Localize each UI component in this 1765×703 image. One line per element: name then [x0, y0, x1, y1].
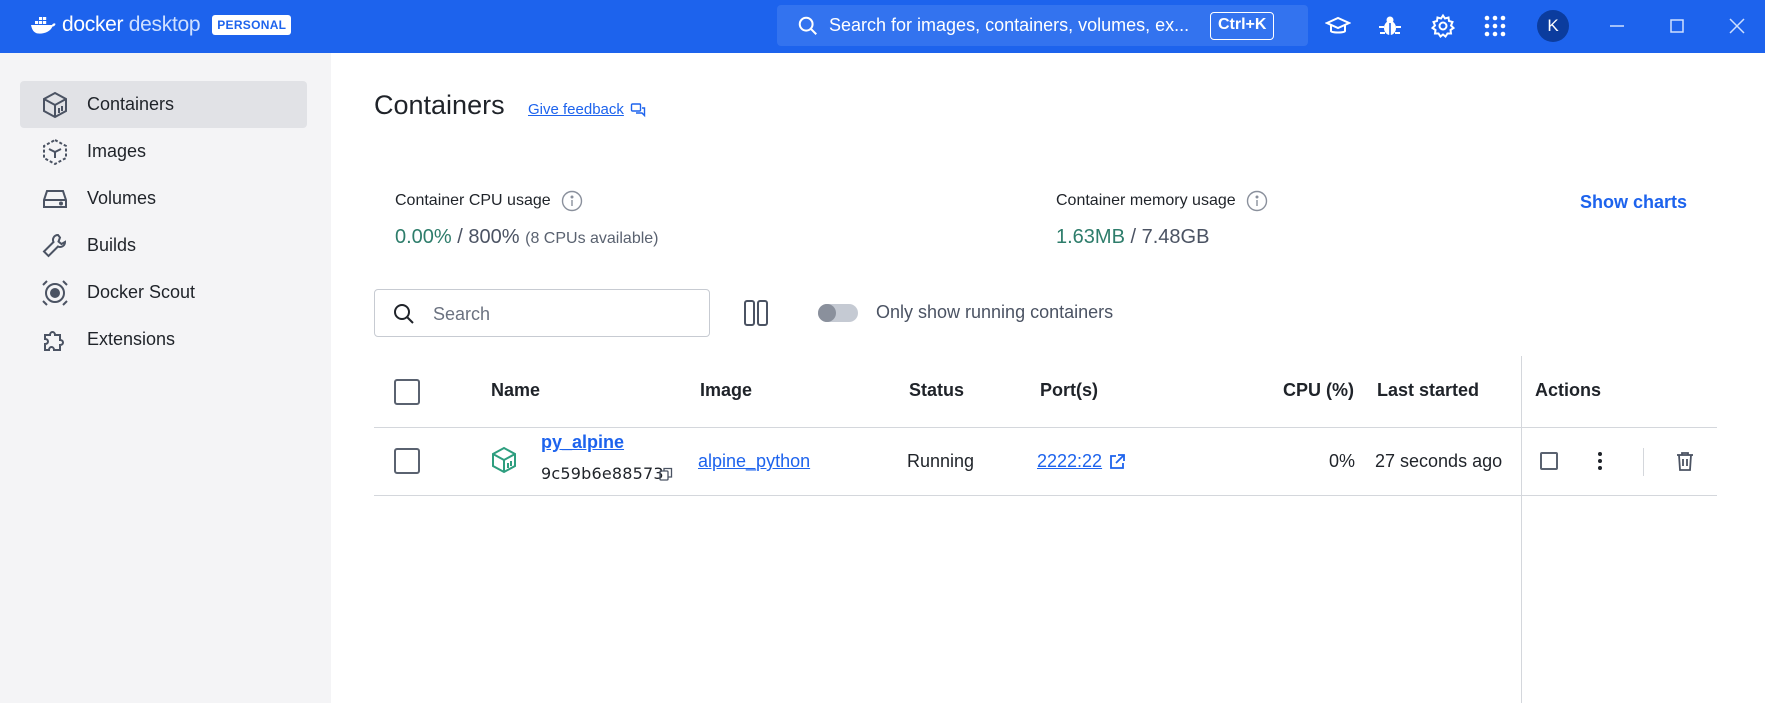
port-link[interactable]: 2222:22: [1037, 451, 1126, 472]
memory-usage-label: Container memory usage: [1056, 190, 1268, 212]
column-header-status[interactable]: Status: [909, 380, 964, 401]
container-search-box[interactable]: [374, 289, 710, 337]
memory-total: 7.48GB: [1141, 226, 1210, 248]
port-link-label: 2222:22: [1037, 451, 1103, 471]
sidebar-item-containers[interactable]: Containers: [20, 81, 307, 128]
global-search-bar[interactable]: Search for images, containers, volumes, …: [777, 5, 1308, 46]
troubleshoot-bug-icon[interactable]: [1377, 13, 1403, 39]
docker-desktop-logo: docker desktop PERSONAL: [30, 13, 292, 37]
cpu-usage-label-text: Container CPU usage: [395, 192, 551, 209]
learning-center-icon[interactable]: [1325, 13, 1351, 39]
table-row-divider: [374, 495, 1717, 496]
container-cube-icon: [43, 91, 67, 119]
container-name-link[interactable]: py_alpine: [541, 432, 624, 453]
sidebar-item-builds[interactable]: Builds: [20, 222, 307, 269]
sidebar-item-images[interactable]: Images: [20, 128, 307, 175]
close-icon[interactable]: [1725, 14, 1749, 38]
info-icon[interactable]: [561, 190, 583, 212]
memory-separator: /: [1124, 226, 1142, 248]
column-header-cpu[interactable]: CPU (%): [1283, 380, 1354, 401]
cpu-usage-value: 0.00% / 800% (8 CPUs available): [395, 226, 659, 249]
stop-icon[interactable]: [1540, 452, 1558, 470]
column-header-last-started[interactable]: Last started: [1377, 380, 1479, 401]
running-only-label: Only show running containers: [876, 302, 1114, 322]
top-bar: docker desktop PERSONAL Search for image…: [0, 0, 1765, 53]
memory-usage-value: 1.63MB / 7.48GB: [1056, 226, 1209, 249]
last-started: 27 seconds ago: [1375, 451, 1503, 471]
sidebar-item-docker-scout[interactable]: Docker Scout: [20, 269, 307, 316]
action-separator: [1643, 448, 1644, 476]
minimize-icon[interactable]: [1605, 14, 1629, 38]
docker-whale-icon: [31, 17, 56, 34]
give-feedback-link[interactable]: Give feedback: [528, 101, 646, 118]
page-title: Containers: [374, 90, 505, 120]
select-all-checkbox[interactable]: [394, 379, 420, 405]
give-feedback-label: Give feedback: [528, 101, 624, 118]
running-only-toggle[interactable]: [818, 304, 858, 322]
sidebar-item-volumes[interactable]: Volumes: [20, 175, 307, 222]
cpu-used: 0.00%: [395, 226, 452, 248]
search-shortcut-badge: Ctrl+K: [1210, 12, 1275, 40]
image-layers-icon: [43, 138, 67, 166]
column-header-image[interactable]: Image: [700, 380, 752, 401]
status-text: Running: [907, 451, 975, 471]
scout-icon: [42, 280, 68, 306]
external-link-icon: [1110, 453, 1125, 469]
actions-column-divider: [1521, 356, 1522, 703]
maximize-icon[interactable]: [1665, 14, 1689, 38]
puzzle-icon: [44, 331, 64, 351]
cpu-usage-label: Container CPU usage: [395, 190, 583, 212]
sidebar-item-label: Images: [87, 141, 147, 161]
search-icon: [394, 304, 414, 324]
apps-grid-icon[interactable]: [1482, 13, 1508, 39]
sidebar-item-label: Extensions: [87, 329, 176, 349]
volume-disk-icon: [43, 190, 67, 208]
info-icon[interactable]: [1246, 190, 1268, 212]
brand-name: docker desktop: [62, 13, 201, 36]
column-header-name[interactable]: Name: [491, 380, 540, 401]
column-settings-icon[interactable]: [740, 297, 772, 329]
container-running-icon: [492, 446, 516, 474]
show-charts-button[interactable]: Show charts: [1580, 192, 1687, 213]
search-icon: [798, 16, 817, 35]
table-header-divider: [374, 427, 1717, 428]
more-options-icon[interactable]: [1590, 448, 1610, 474]
container-id: 9c59b6e88573: [541, 464, 664, 483]
feedback-chat-icon: [630, 102, 646, 117]
sidebar-item-label: Volumes: [87, 188, 157, 208]
sidebar-item-label: Containers: [87, 94, 175, 114]
cpu-note: (8 CPUs available): [525, 230, 659, 247]
toggle-knob: [818, 304, 836, 322]
settings-gear-icon[interactable]: [1430, 13, 1456, 39]
memory-used: 1.63MB: [1056, 226, 1125, 248]
global-search-placeholder: Search for images, containers, volumes, …: [829, 15, 1190, 35]
user-avatar[interactable]: K: [1537, 10, 1569, 42]
cpu-separator: /: [451, 226, 469, 248]
plan-badge: PERSONAL: [212, 15, 292, 35]
image-link[interactable]: alpine_python: [698, 451, 810, 472]
cpu-percent: 0%: [1329, 451, 1356, 471]
copy-icon[interactable]: [658, 466, 674, 482]
container-search-input[interactable]: [433, 302, 693, 326]
wrench-icon: [42, 233, 67, 258]
trash-icon[interactable]: [1674, 450, 1696, 472]
column-header-ports[interactable]: Port(s): [1040, 380, 1098, 401]
sidebar-item-extensions[interactable]: Extensions: [20, 316, 307, 363]
sidebar-item-label: Docker Scout: [87, 282, 196, 302]
cpu-total: 800%: [468, 226, 520, 248]
memory-usage-label-text: Container memory usage: [1056, 192, 1236, 209]
column-header-actions: Actions: [1535, 380, 1602, 400]
sidebar: Containers Images Volumes Builds Docker …: [0, 53, 331, 703]
row-select-checkbox[interactable]: [394, 448, 420, 474]
sidebar-item-label: Builds: [87, 235, 137, 255]
